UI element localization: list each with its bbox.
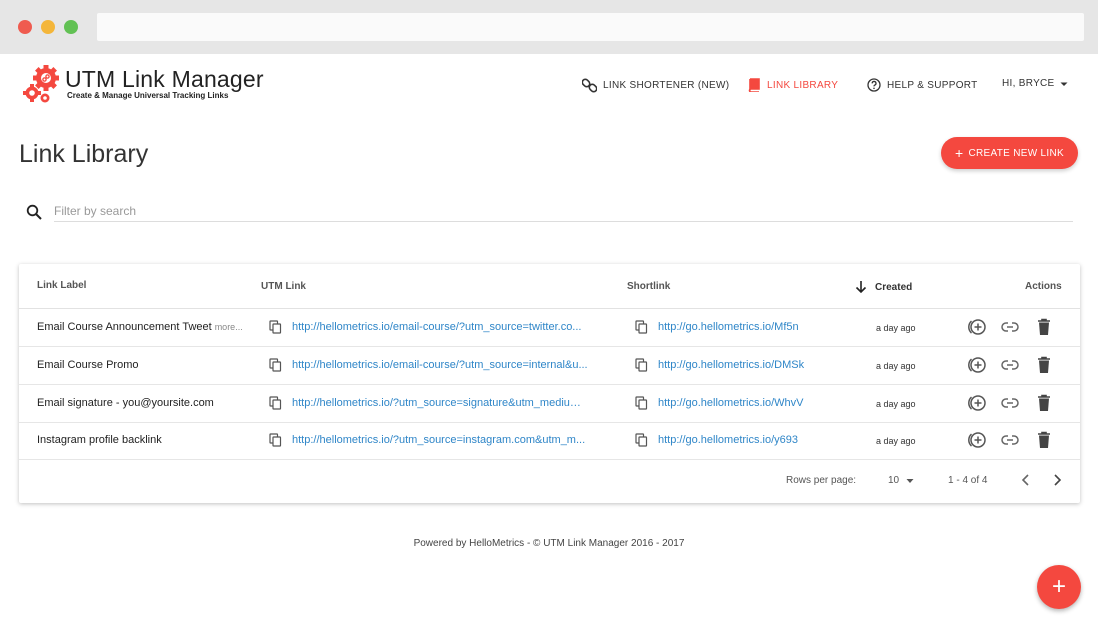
table-row: Instagram profile backlink http://hellom… [19,422,1080,460]
column-header-created-label: Created [875,281,913,293]
table-row: Email signature - you@yoursite.com http:… [19,385,1080,423]
column-header-actions: Actions [1025,281,1062,292]
page-range: 1 - 4 of 4 [948,475,988,486]
copy-icon[interactable] [635,358,648,372]
link-icon[interactable] [1001,319,1019,335]
trash-icon[interactable] [1037,394,1051,412]
caret-down-icon [1060,82,1068,86]
nav-link-shortener[interactable]: LINK SHORTENER (NEW) [582,78,729,93]
created-time: a day ago [876,323,916,333]
page-title: Link Library [19,140,149,168]
add-circle-icon[interactable] [967,431,987,449]
window-close-dot[interactable] [18,20,32,34]
footer-text: Powered by HelloMetrics - © UTM Link Man… [413,538,685,549]
trash-icon[interactable] [1037,356,1051,374]
nav-help-support-label: HELP & SUPPORT [887,79,978,91]
created-time: a day ago [876,399,916,409]
table-pagination: Rows per page: 10 1 - 4 of 4 [19,461,1080,501]
rows-per-page-value: 10 [888,475,900,486]
help-circle-icon [867,78,881,92]
sort-arrow-down-icon [855,281,867,294]
created-time: a day ago [876,436,916,446]
copy-icon[interactable] [635,433,648,447]
create-new-link-label: CREATE NEW LINK [968,147,1064,159]
floating-add-button[interactable]: + [1037,565,1081,609]
link-label-text: Email Course Announcement Tweet [37,321,212,333]
rows-per-page-select[interactable]: 10 [888,475,915,486]
address-bar[interactable] [97,13,1084,41]
copy-icon[interactable] [269,433,282,447]
window-minimize-dot[interactable] [41,20,55,34]
chain-link-icon [582,78,597,93]
link-icon[interactable] [1001,432,1019,448]
utm-link[interactable]: http://hellometrics.io/?utm_source=signa… [292,397,588,409]
app-subtitle: Create & Manage Universal Tracking Links [67,91,229,100]
trash-icon[interactable] [1037,431,1051,449]
column-header-label: Link Label [37,280,87,291]
plus-icon: + [955,145,964,161]
trash-icon[interactable] [1037,318,1051,336]
chevron-right-icon[interactable] [1051,473,1063,487]
app-header: UTM Link Manager Create & Manage Univers… [0,54,1098,118]
browser-chrome [0,0,1098,54]
nav-link-library[interactable]: LINK LIBRARY [747,78,838,92]
book-icon [748,78,760,92]
nav-link-shortener-label: LINK SHORTENER (NEW) [603,80,730,91]
shortlink[interactable]: http://go.hellometrics.io/DMSk [658,359,804,371]
user-menu-label: HI, BRYCE [1002,78,1055,89]
link-label: Email Course Announcement Tweet more... [37,321,243,333]
chevron-left-icon[interactable] [1020,473,1032,487]
add-circle-icon[interactable] [967,394,987,412]
add-circle-icon[interactable] [967,318,987,336]
link-label-text: Email Course Promo [37,359,139,371]
copy-icon[interactable] [269,358,282,372]
table-row: Email Course Promo http://hellometrics.i… [19,347,1080,385]
add-circle-icon[interactable] [967,356,987,374]
table-row: Email Course Announcement Tweet more... h… [19,309,1080,347]
column-header-shortlink: Shortlink [627,281,671,292]
link-label-text: Email signature - you@yoursite.com [37,397,214,409]
caret-down-icon [906,478,914,483]
create-new-link-button[interactable]: + CREATE NEW LINK [941,137,1078,169]
shortlink[interactable]: http://go.hellometrics.io/y693 [658,434,798,446]
user-menu[interactable]: HI, BRYCE [1002,78,1069,89]
nav-help-support[interactable]: HELP & SUPPORT [867,78,978,92]
created-time: a day ago [876,361,916,371]
link-icon[interactable] [1001,357,1019,373]
shortlink[interactable]: http://go.hellometrics.io/WhvV [658,397,804,409]
column-header-created[interactable]: Created [855,280,912,294]
column-header-utm: UTM Link [261,281,306,292]
shortlink[interactable]: http://go.hellometrics.io/Mf5n [658,321,799,333]
app-title: UTM Link Manager [65,66,264,92]
link-label: Email Course Promo [37,359,141,371]
window-maximize-dot[interactable] [64,20,78,34]
search-input[interactable] [54,200,1073,222]
link-label: Email signature - you@yoursite.com [37,397,217,409]
link-icon[interactable] [1001,395,1019,411]
copy-icon[interactable] [269,396,282,410]
search-icon [26,204,42,220]
copy-icon[interactable] [269,320,282,334]
utm-link[interactable]: http://hellometrics.io/email-course/?utm… [292,321,588,333]
link-table: Link Label UTM Link Shortlink Created Ac… [19,264,1080,503]
copy-icon[interactable] [635,320,648,334]
copy-icon[interactable] [635,396,648,410]
link-label: Instagram profile backlink [37,434,165,446]
nav-link-library-label: LINK LIBRARY [767,79,839,91]
rows-per-page-label: Rows per page: [786,475,857,486]
link-label-text: Instagram profile backlink [37,434,162,446]
utm-link[interactable]: http://hellometrics.io/?utm_source=insta… [292,434,588,446]
utm-link[interactable]: http://hellometrics.io/email-course/?utm… [292,359,588,371]
gears-logo-icon [23,65,59,103]
more-link[interactable]: more... [215,322,243,332]
